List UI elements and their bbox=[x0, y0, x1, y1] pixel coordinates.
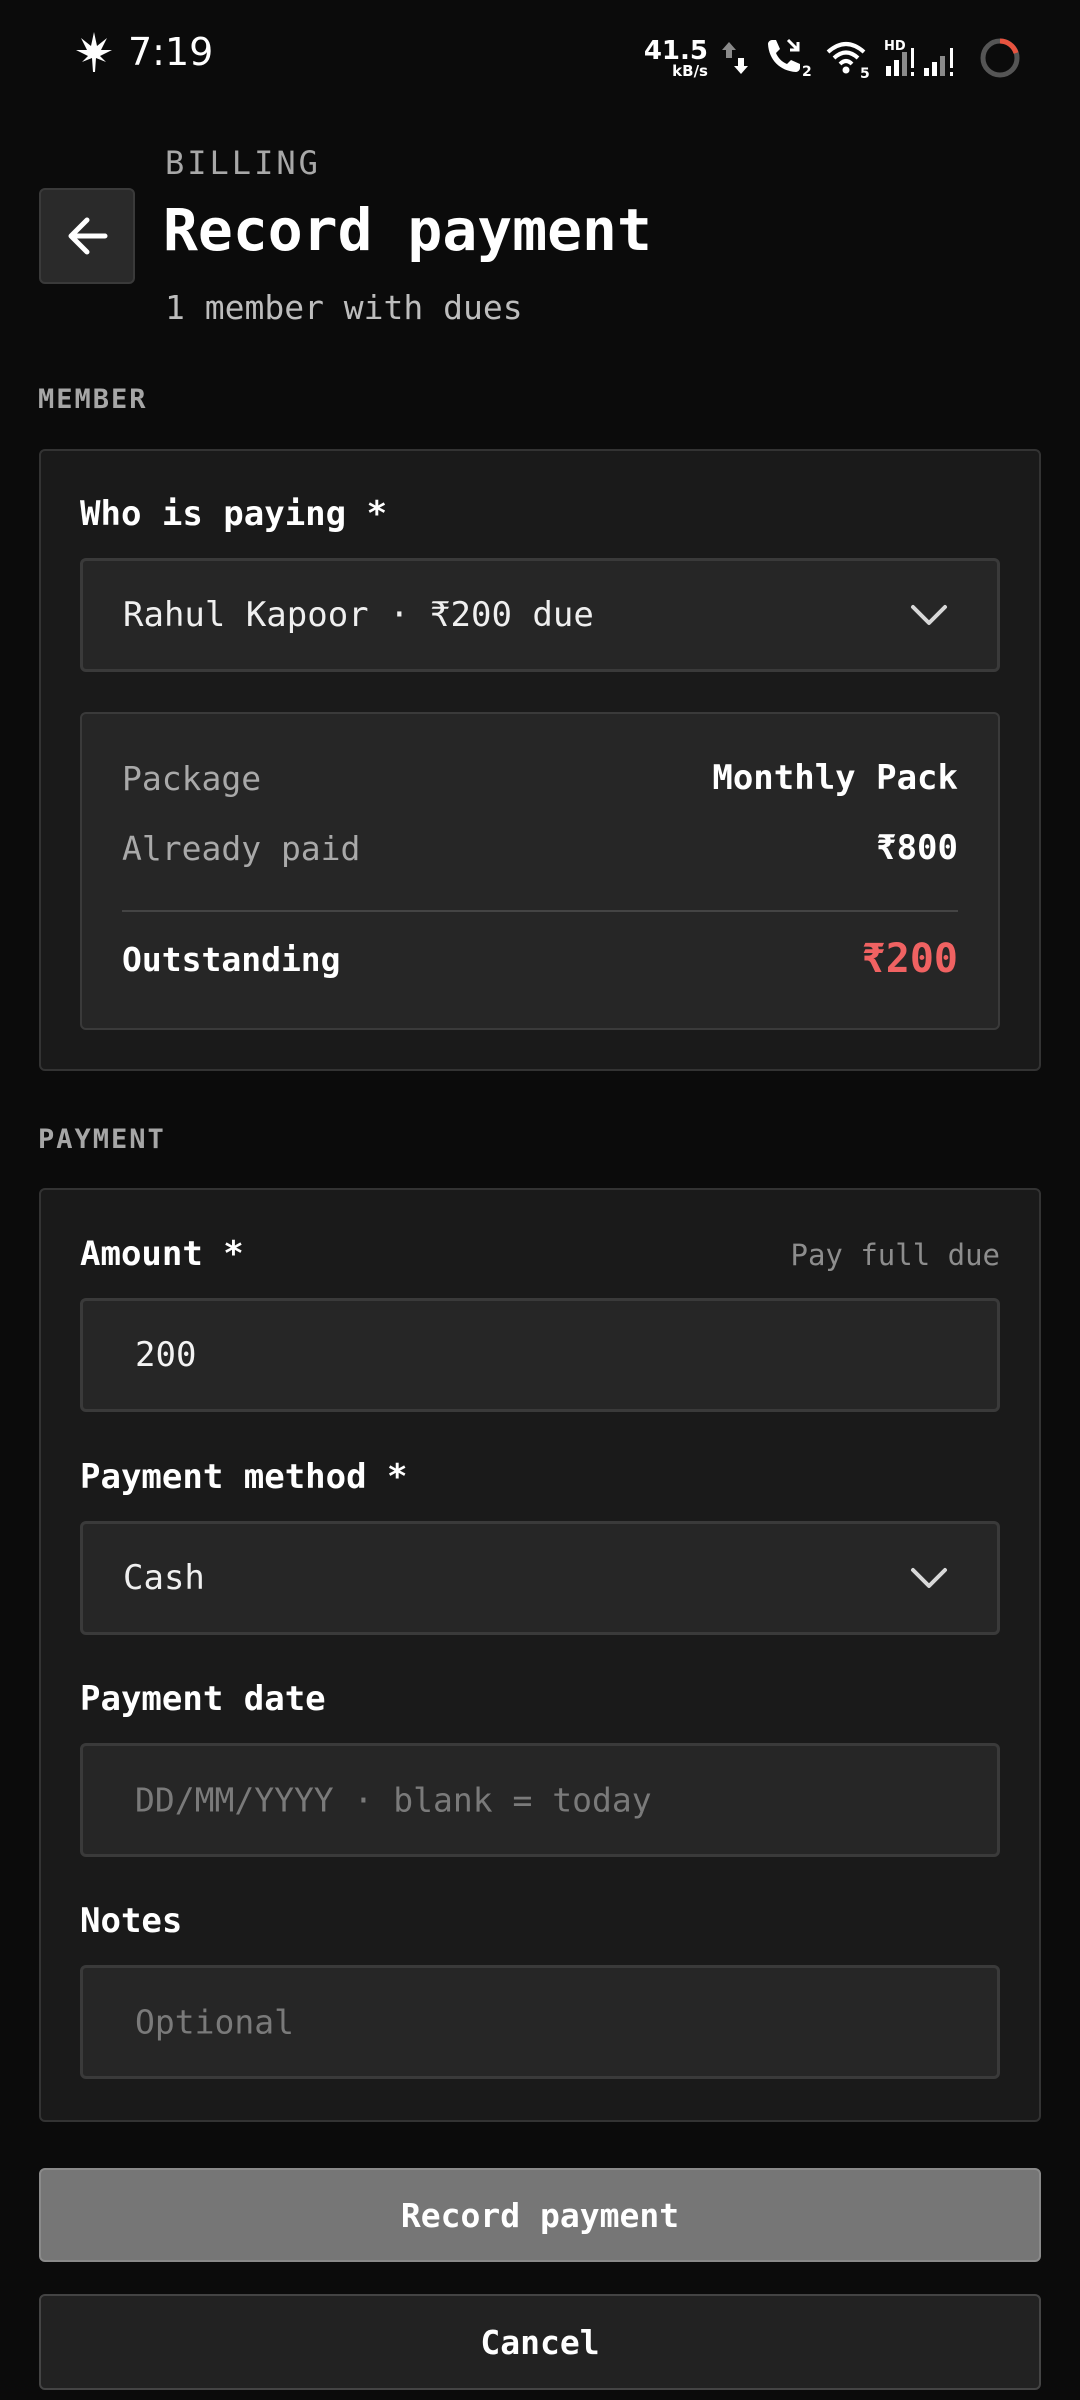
paid-key: Already paid bbox=[122, 828, 361, 868]
notes-placeholder: Optional bbox=[135, 2002, 294, 2042]
outstanding-key: Outstanding bbox=[122, 939, 341, 979]
chevron-down-icon bbox=[911, 1568, 947, 1588]
amount-label: Amount * bbox=[80, 1234, 244, 1274]
svg-text:5: 5 bbox=[860, 66, 870, 80]
svg-text:HD: HD bbox=[884, 39, 906, 54]
payment-method-label: Payment method * bbox=[80, 1457, 408, 1497]
who-is-paying-label: Who is paying * bbox=[80, 494, 388, 534]
payment-method-select[interactable]: Cash bbox=[80, 1521, 1000, 1635]
paid-value: ₹800 bbox=[876, 828, 958, 868]
package-row: Package Monthly Pack bbox=[122, 758, 958, 798]
outstanding-row: Outstanding ₹200 bbox=[122, 936, 958, 982]
member-select[interactable]: Rahul Kapoor · ₹200 due bbox=[80, 558, 1000, 672]
data-transfer-icon bbox=[722, 42, 748, 74]
paid-row: Already paid ₹800 bbox=[122, 828, 958, 868]
outstanding-value: ₹200 bbox=[861, 936, 958, 982]
svg-text:2: 2 bbox=[802, 64, 812, 80]
package-key: Package bbox=[122, 758, 262, 798]
page-subtitle: 1 member with dues bbox=[165, 288, 523, 327]
amount-input[interactable]: 200 bbox=[80, 1298, 1000, 1412]
leaf-icon bbox=[76, 32, 112, 72]
cancel-button[interactable]: Cancel bbox=[39, 2294, 1041, 2390]
notes-input[interactable]: Optional bbox=[80, 1965, 1000, 2079]
payment-date-label: Payment date bbox=[80, 1679, 326, 1719]
payment-section-label: PAYMENT bbox=[38, 1124, 166, 1155]
payment-date-input[interactable]: DD/MM/YYYY · blank = today bbox=[80, 1743, 1000, 1857]
battery-ring-icon bbox=[980, 38, 1020, 78]
arrow-left-icon bbox=[68, 217, 108, 255]
network-speed: 41.5 kB/s bbox=[643, 35, 708, 80]
package-value: Monthly Pack bbox=[712, 758, 958, 798]
payment-method-value: Cash bbox=[123, 1558, 205, 1598]
wifi-icon: 5 bbox=[826, 42, 870, 80]
status-bar: 7:19 41.5 kB/s 2 5 HD bbox=[0, 0, 1080, 116]
summary-divider bbox=[122, 910, 958, 912]
member-summary: Package Monthly Pack Already paid ₹800 O… bbox=[80, 712, 1000, 1030]
back-button[interactable] bbox=[39, 188, 135, 284]
page-title: Record payment bbox=[163, 196, 652, 264]
notes-label: Notes bbox=[80, 1901, 183, 1941]
signal-icon: HD bbox=[884, 39, 953, 76]
chevron-down-icon bbox=[911, 605, 947, 625]
member-select-value: Rahul Kapoor · ₹200 due bbox=[123, 595, 594, 635]
call-icon: 2 bbox=[768, 38, 812, 80]
breadcrumb: BILLING bbox=[165, 144, 321, 182]
record-payment-button[interactable]: Record payment bbox=[39, 2168, 1041, 2262]
clock: 7:19 bbox=[128, 30, 214, 74]
pay-full-due-link[interactable]: Pay full due bbox=[790, 1238, 1000, 1272]
amount-value: 200 bbox=[135, 1335, 197, 1375]
member-section-label: MEMBER bbox=[38, 384, 148, 415]
payment-date-placeholder: DD/MM/YYYY · blank = today bbox=[135, 1780, 652, 1820]
